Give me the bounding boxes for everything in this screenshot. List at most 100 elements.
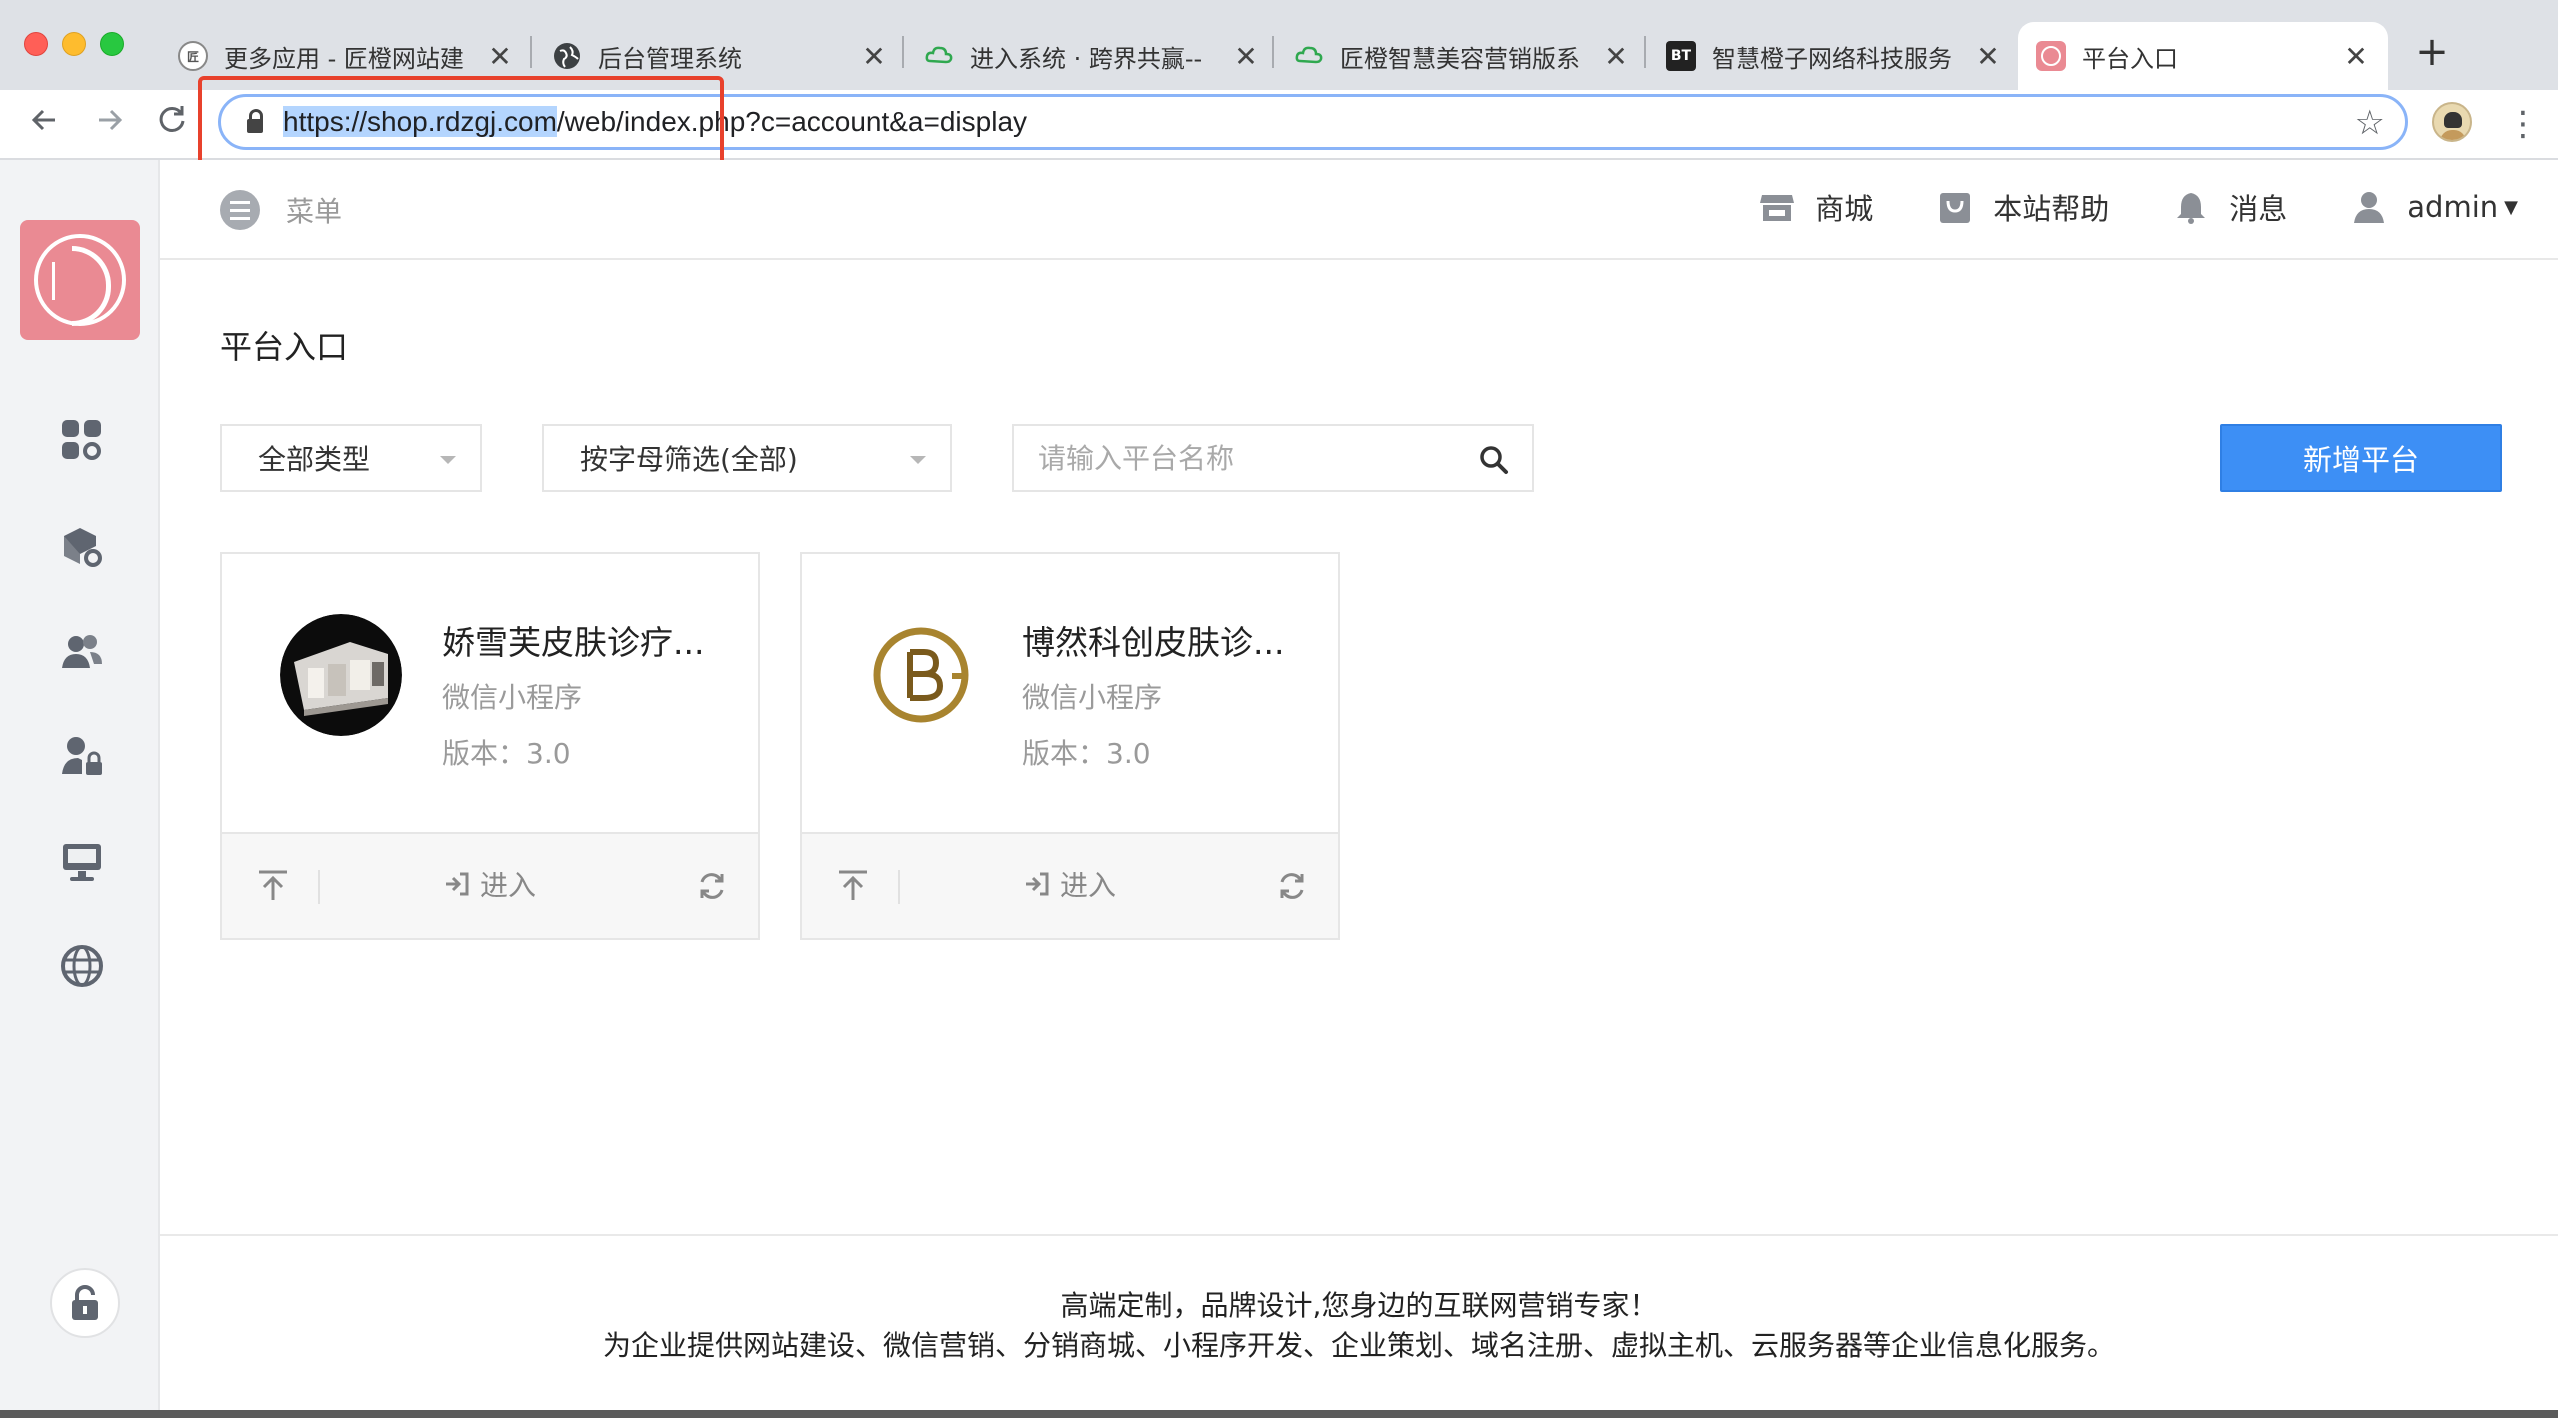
padlock-icon <box>72 1285 98 1320</box>
letter-filter-select[interactable]: 按字母筛选(全部) <box>542 424 952 492</box>
main-content: 平台入口 全部类型 按字母筛选(全部) 新增平台 娇雪芙皮肤诊疗... 微信小程… <box>160 260 2558 1260</box>
menu-list-icon <box>220 190 260 230</box>
address-bar[interactable]: https://shop.rdzgj.com/web/index.php?c=a… <box>218 94 2408 150</box>
sidebar-item-site[interactable] <box>60 944 104 988</box>
tab-title: 进入系统 · 跨界共赢-- <box>970 44 1203 73</box>
caret-down-icon <box>440 456 456 464</box>
tab-title: 平台入口 <box>2082 44 2178 73</box>
close-icon[interactable]: ✕ <box>1602 40 1630 73</box>
window-bottom-edge <box>0 1410 2558 1418</box>
profile-avatar[interactable] <box>2432 102 2472 142</box>
type-filter-value: 全部类型 <box>258 443 371 476</box>
lock-screen-button[interactable] <box>50 1268 120 1338</box>
browser-tab-5[interactable]: BT 智慧橙子网络科技服务 ✕ <box>1648 22 2020 90</box>
app-logo[interactable] <box>20 220 140 340</box>
face-logo-icon <box>34 234 126 326</box>
username: admin <box>2407 190 2499 224</box>
browser-tab-3[interactable]: 进入系统 · 跨界共赢-- ✕ <box>906 22 1278 90</box>
close-icon[interactable]: ✕ <box>1232 40 1260 73</box>
reload-button[interactable] <box>150 102 194 146</box>
store-icon <box>1760 195 1795 221</box>
platform-name[interactable]: 娇雪芙皮肤诊疗... <box>442 616 704 664</box>
bt-icon: BT <box>1666 41 1696 71</box>
app-window: 菜单 商城 本站帮助 消息 admin ▼ 平台入口 全部类型 按字母筛选(全部… <box>0 160 2558 1410</box>
bookmark-star-icon[interactable]: ☆ <box>2355 103 2385 143</box>
close-icon[interactable]: ✕ <box>486 40 514 73</box>
cloud-icon <box>924 41 954 71</box>
browser-toolbar: https://shop.rdzgj.com/web/index.php?c=a… <box>0 90 2558 160</box>
platform-thumbnail[interactable] <box>860 614 982 736</box>
close-icon[interactable]: ✕ <box>2342 40 2370 73</box>
top-link-label: 商城 <box>1815 192 1874 226</box>
maximize-window-button[interactable] <box>100 32 124 56</box>
close-icon[interactable]: ✕ <box>860 40 888 73</box>
tab-separator <box>902 36 904 68</box>
top-link-messages[interactable]: 消息 <box>2173 186 2287 228</box>
cube-gear-icon <box>64 528 102 567</box>
platform-search <box>1012 424 1534 492</box>
url-text[interactable]: https://shop.rdzgj.com/web/index.php?c=a… <box>283 106 1027 138</box>
tab-separator <box>530 36 532 68</box>
sidebar-item-modules[interactable] <box>60 524 104 568</box>
refresh-icon[interactable] <box>696 870 728 902</box>
type-filter-select[interactable]: 全部类型 <box>220 424 482 492</box>
forward-button[interactable] <box>88 102 132 146</box>
top-link-help[interactable]: 本站帮助 <box>1937 186 2109 228</box>
top-link-store[interactable]: 商城 <box>1759 186 1873 228</box>
tab-title: 匠橙智慧美容营销版系 <box>1340 44 1580 73</box>
sidebar-item-users[interactable] <box>60 630 104 674</box>
app-topbar: 菜单 商城 本站帮助 消息 admin ▼ <box>160 160 2558 260</box>
platform-name[interactable]: 博然科创皮肤诊... <box>1022 616 1284 664</box>
refresh-icon[interactable] <box>1276 870 1308 902</box>
browser-tab-4[interactable]: 匠橙智慧美容营销版系 ✕ <box>1276 22 1648 90</box>
cloud-icon <box>1294 41 1324 71</box>
platform-search-input[interactable] <box>1038 441 1478 475</box>
browser-tab-1[interactable]: 匠 更多应用 - 匠橙网站建 ✕ <box>160 22 532 90</box>
globe-icon <box>552 41 582 71</box>
tab-title: 更多应用 - 匠橙网站建 <box>224 44 464 73</box>
pin-top-icon[interactable] <box>836 868 870 902</box>
action-divider <box>318 870 320 904</box>
lock-icon <box>247 109 263 133</box>
browser-menu-icon[interactable]: ⋮ <box>2506 104 2540 144</box>
tab-separator <box>1272 36 1274 68</box>
search-icon[interactable] <box>1478 444 1510 476</box>
enter-button[interactable]: 进入 <box>1024 864 1116 904</box>
user-lock-icon <box>62 737 102 775</box>
platform-thumbnail[interactable] <box>280 614 402 736</box>
browser-tab-2[interactable]: 后台管理系统 ✕ <box>534 22 906 90</box>
browser-tab-strip: 匠 更多应用 - 匠橙网站建 ✕ 后台管理系统 ✕ 进入系统 · 跨界共赢-- … <box>0 0 2558 90</box>
enter-label: 进入 <box>480 869 537 902</box>
platform-version: 版本：3.0 <box>1022 737 1151 770</box>
top-link-user[interactable]: admin ▼ <box>2351 189 2518 225</box>
url-selected: https://shop.rdzgj.com <box>283 106 557 137</box>
monitor-icon <box>63 844 101 881</box>
close-icon[interactable]: ✕ <box>1974 40 2002 73</box>
sidebar-item-permissions[interactable] <box>60 734 104 778</box>
bell-icon <box>2177 193 2206 224</box>
card-actions: 进入 <box>802 832 1338 938</box>
page-footer: 高端定制，品牌设计,您身边的互联网营销专家！ 为企业提供网站建设、微信营销、分销… <box>160 1234 2558 1410</box>
platform-card: 娇雪芙皮肤诊疗... 微信小程序 版本：3.0 进入 <box>220 552 760 940</box>
sign-in-icon <box>1026 872 1049 896</box>
caret-down-icon <box>910 456 926 464</box>
reload-icon <box>159 106 185 132</box>
minimize-window-button[interactable] <box>62 32 86 56</box>
arrow-left-icon <box>31 109 55 131</box>
sidebar <box>0 160 160 1410</box>
close-window-button[interactable] <box>24 32 48 56</box>
platform-version: 版本：3.0 <box>442 737 571 770</box>
back-button[interactable] <box>22 102 66 146</box>
menu-label: 菜单 <box>286 195 343 228</box>
sign-in-icon <box>446 872 469 896</box>
sidebar-item-system[interactable] <box>60 840 104 884</box>
pin-top-icon[interactable] <box>256 868 290 902</box>
enter-button[interactable]: 进入 <box>444 864 536 904</box>
menu-toggle[interactable]: 菜单 <box>220 190 342 230</box>
new-tab-button[interactable]: + <box>2412 30 2452 74</box>
card-actions: 进入 <box>222 832 758 938</box>
add-platform-button[interactable]: 新增平台 <box>2220 424 2502 492</box>
browser-tab-active[interactable]: 平台入口 ✕ <box>2018 22 2388 90</box>
tab-title: 智慧橙子网络科技服务 <box>1712 44 1952 73</box>
sidebar-item-apps[interactable] <box>60 418 104 462</box>
